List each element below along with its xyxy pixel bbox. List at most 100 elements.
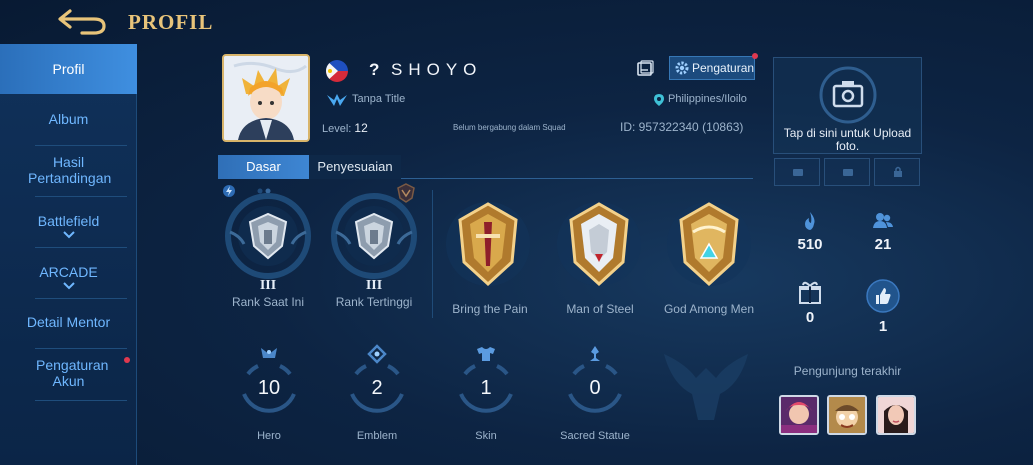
sidebar-item-profil[interactable]: Profil <box>0 44 137 94</box>
rank-current[interactable]: III Rank Saat Ini <box>216 192 320 309</box>
badge-bring-the-pain-icon[interactable] <box>442 196 534 292</box>
like-icon[interactable] <box>866 279 900 313</box>
upload-text: Tap di sini untuk Upload foto. <box>783 126 912 153</box>
stat-emblem[interactable]: 2 <box>342 344 412 429</box>
sidebar-item-album[interactable]: Album <box>0 111 137 127</box>
stat-skin[interactable]: 1 <box>451 344 521 429</box>
stat-value: 2 <box>371 377 383 399</box>
upload-photo-button[interactable]: Tap di sini untuk Upload foto. <box>773 57 922 154</box>
level-value: 12 <box>354 121 368 135</box>
friends-icon <box>873 213 893 228</box>
profile-tabs: Dasar Penyesuaian <box>218 155 753 179</box>
stat-hero[interactable]: 10 <box>234 344 304 429</box>
tab-label: Dasar <box>246 159 281 174</box>
location-pin-icon <box>654 94 664 106</box>
stat-value: 510 <box>797 236 823 253</box>
squad-status: Belum bergabung dalam Squad <box>453 123 566 132</box>
notification-dot <box>752 53 758 59</box>
recent-visitors-label: Pengunjung terakhir <box>793 364 902 378</box>
stat-label: Sacred Statue <box>560 430 630 442</box>
camera-icon <box>793 169 803 176</box>
card-icon[interactable] <box>636 60 654 78</box>
back-arrow-icon[interactable] <box>58 7 108 35</box>
player-location: Philippines/Iloilo <box>668 93 747 105</box>
rank-shield-icon <box>331 193 417 279</box>
stat-value: 21 <box>874 236 892 253</box>
notification-dot <box>124 357 130 363</box>
visitor-portrait <box>878 397 914 433</box>
sidebar-item-arcade[interactable]: ARCADE <box>0 264 137 290</box>
photo-slot[interactable] <box>774 158 820 186</box>
gift-stat[interactable]: 0 <box>780 280 840 326</box>
stat-label: Skin <box>475 430 497 442</box>
sidebar-item-label: Profil <box>52 61 85 77</box>
sidebar-item-pengaturan-akun[interactable]: Pengaturan Akun <box>0 357 137 389</box>
badge-label: God Among Men <box>663 302 755 316</box>
locked-badge-silhouette-icon <box>664 354 748 420</box>
divider <box>35 145 127 146</box>
visitor-avatar[interactable] <box>876 395 916 435</box>
sidebar-item-label: Detail Mentor <box>26 314 111 330</box>
friends-stat[interactable]: 21 <box>853 211 913 253</box>
sidebar-item-label: ARCADE <box>39 264 98 280</box>
stat-label: Emblem <box>356 430 398 442</box>
sidebar: Profil Album Hasil Pertandingan Battlefi… <box>0 44 137 465</box>
lock-icon <box>894 166 902 177</box>
badge-man-of-steel-icon[interactable] <box>553 196 645 292</box>
sidebar-item-detail-mentor[interactable]: Detail Mentor <box>0 314 137 330</box>
chevron-down-icon <box>62 231 75 239</box>
stat-sacred-statue[interactable]: 0 <box>560 344 630 429</box>
divider <box>35 400 127 401</box>
stat-value: 0 <box>805 309 815 326</box>
visitor-avatar[interactable] <box>827 395 867 435</box>
divider <box>35 196 127 197</box>
badge-label: Bring the Pain <box>452 302 528 316</box>
sidebar-item-label: Album <box>48 111 89 127</box>
stat-label: Hero <box>257 430 281 442</box>
divider <box>35 298 127 299</box>
avatar-portrait <box>224 56 308 140</box>
stat-value: 1 <box>878 318 888 335</box>
tab-penyesuaian[interactable]: Penyesuaian <box>309 155 401 179</box>
tab-dasar[interactable]: Dasar <box>218 155 309 179</box>
sidebar-item-battlefield[interactable]: Battlefield <box>0 213 137 239</box>
settings-button[interactable]: Pengaturan <box>669 56 755 80</box>
visitor-portrait <box>829 397 865 433</box>
gear-icon <box>675 61 689 75</box>
photo-slot[interactable] <box>824 158 870 186</box>
player-title: Tanpa Title <box>352 93 406 105</box>
badge-label: Man of Steel <box>566 302 634 316</box>
camera-icon <box>819 66 877 124</box>
popularity-stat[interactable]: 510 <box>780 211 840 253</box>
player-prefix: ? <box>369 60 380 79</box>
chevron-down-icon <box>62 282 75 290</box>
sidebar-item-label: Hasil Pertandingan <box>28 154 112 186</box>
like-stat[interactable]: 1 <box>853 279 913 335</box>
page-title: PROFIL <box>128 10 214 34</box>
badge-god-among-men-icon[interactable] <box>663 196 755 292</box>
player-name: SHOYO <box>391 60 483 79</box>
rank-shield-icon <box>225 193 311 279</box>
stat-value: 10 <box>257 377 281 399</box>
rank-tier: III <box>259 278 277 293</box>
avatar[interactable] <box>222 54 310 142</box>
rank-tier: III <box>365 278 383 293</box>
divider <box>35 247 127 248</box>
stat-value: 1 <box>480 377 492 399</box>
title-wings-icon <box>327 94 347 106</box>
rank-highest[interactable]: III Rank Tertinggi <box>322 192 426 309</box>
gift-icon <box>799 281 821 304</box>
sidebar-item-hasil-pertandingan[interactable]: Hasil Pertandingan <box>0 154 137 186</box>
sidebar-item-label: Battlefield <box>37 213 100 229</box>
settings-label: Pengaturan <box>692 61 755 75</box>
divider <box>35 348 127 349</box>
camera-icon <box>843 169 853 176</box>
visitor-portrait <box>781 397 817 433</box>
sidebar-item-label: Pengaturan Akun <box>36 357 109 389</box>
player-id: ID: 957322340 (10863) <box>620 120 744 134</box>
photo-slot-locked[interactable] <box>874 158 920 186</box>
flame-icon <box>805 212 815 230</box>
rank-label: Rank Saat Ini <box>231 295 305 309</box>
visitor-avatar[interactable] <box>779 395 819 435</box>
divider <box>432 190 433 318</box>
